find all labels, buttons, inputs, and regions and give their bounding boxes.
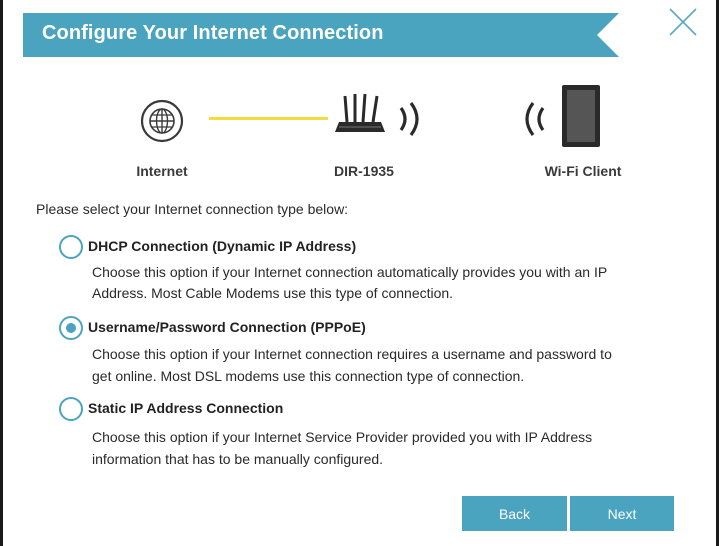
connection-line — [209, 117, 328, 120]
option-title-static[interactable]: Static IP Address Connection — [88, 400, 283, 416]
tablet-icon — [561, 84, 601, 153]
router-icon — [333, 92, 393, 143]
page-title: Configure Your Internet Connection — [42, 22, 384, 44]
option-desc-static-line2: information that has to be manually conf… — [92, 451, 384, 467]
wifi-signal-in-icon — [517, 102, 547, 141]
header-banner: Configure Your Internet Connection — [23, 13, 619, 57]
radio-dhcp[interactable] — [59, 235, 83, 259]
wifi-signal-out-icon — [397, 102, 427, 141]
back-button[interactable]: Back — [462, 496, 567, 531]
close-button[interactable] — [667, 6, 699, 38]
option-desc-dhcp-line2: Address. Most Cable Modems use this type… — [92, 285, 454, 301]
option-title-dhcp[interactable]: DHCP Connection (Dynamic IP Address) — [88, 238, 356, 254]
option-desc-pppoe-line1: Choose this option if your Internet conn… — [92, 346, 612, 362]
wizard-dialog: Configure Your Internet Connection Inter… — [0, 0, 719, 546]
option-title-pppoe[interactable]: Username/Password Connection (PPPoE) — [88, 319, 366, 335]
radio-static[interactable] — [59, 397, 83, 421]
topology-label-internet: Internet — [136, 163, 188, 179]
option-desc-dhcp-line1: Choose this option if your Internet conn… — [92, 264, 608, 280]
topology-label-client: Wi-Fi Client — [544, 163, 622, 179]
radio-pppoe[interactable] — [59, 316, 83, 340]
topology-label-router: DIR-1935 — [334, 163, 394, 179]
next-button[interactable]: Next — [570, 496, 674, 531]
network-topology: Internet DIR-1935 Wi-Fi Client — [3, 78, 719, 188]
intro-text: Please select your Internet connection t… — [36, 201, 349, 217]
globe-icon — [139, 98, 185, 149]
option-desc-static-line1: Choose this option if your Internet Serv… — [92, 429, 593, 445]
close-icon — [669, 8, 697, 36]
option-desc-pppoe-line2: get online. Most DSL modems use this con… — [92, 368, 525, 384]
